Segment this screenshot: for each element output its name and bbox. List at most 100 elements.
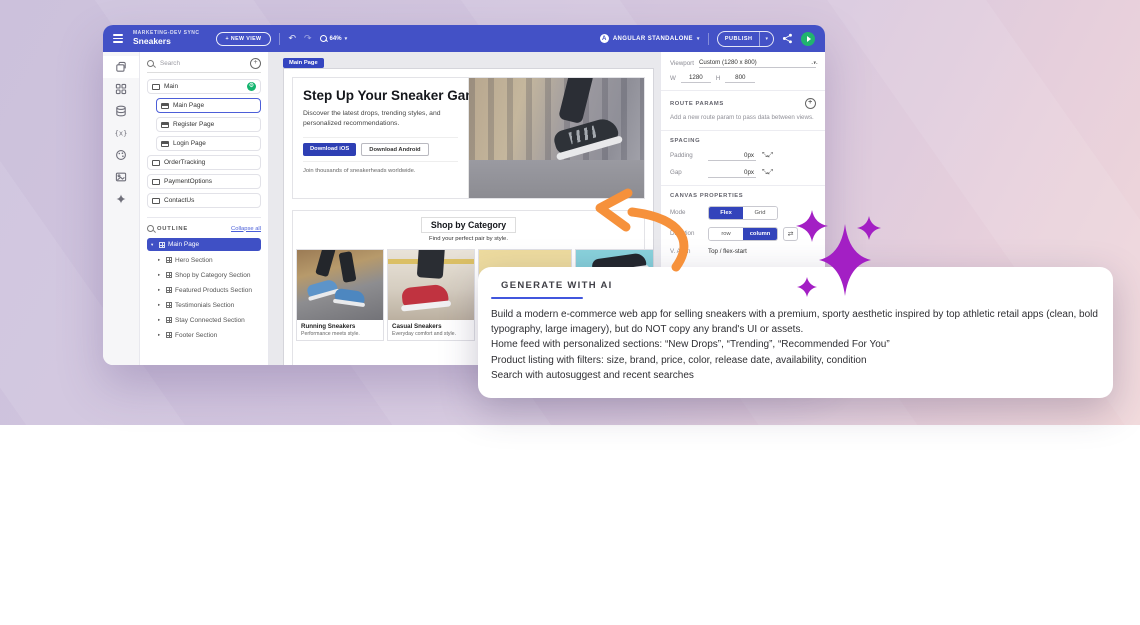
code-variables-icon[interactable]: {x} bbox=[103, 122, 139, 144]
project-info: MARKETING-DEV SYNC Sneakers bbox=[133, 31, 200, 45]
valign-value[interactable]: Top / flex-start bbox=[708, 248, 747, 255]
route-params-header: ROUTE PARAMS + bbox=[670, 98, 816, 109]
outline-label: Hero Section bbox=[175, 257, 213, 264]
width-input[interactable] bbox=[681, 74, 711, 83]
pages-icon[interactable] bbox=[103, 56, 139, 78]
canvas-properties-header: CANVAS PROPERTIES bbox=[670, 193, 816, 199]
download-android-button[interactable]: Download Android bbox=[361, 143, 428, 156]
page-item-order-tracking[interactable]: OrderTracking bbox=[147, 155, 261, 170]
data-icon[interactable] bbox=[103, 100, 139, 122]
card-tagline: Performance meets style. bbox=[301, 331, 379, 337]
outline-label: Main Page bbox=[168, 241, 199, 248]
direction-label: Direction bbox=[670, 230, 708, 237]
download-ios-button[interactable]: Download iOS bbox=[303, 143, 356, 156]
ai-prompt-line: Search with autosuggest and recent searc… bbox=[491, 368, 1099, 383]
redo-icon[interactable]: ↷ bbox=[304, 34, 312, 43]
preview-play-button[interactable] bbox=[801, 32, 815, 46]
new-view-button[interactable]: + NEW VIEW bbox=[216, 32, 272, 46]
route-params-title: ROUTE PARAMS bbox=[670, 101, 724, 107]
valign-label: V. Align bbox=[670, 248, 708, 255]
swap-direction-icon[interactable]: ⇄ bbox=[783, 227, 798, 241]
add-page-icon[interactable]: + bbox=[250, 58, 261, 69]
search-input[interactable] bbox=[158, 59, 246, 68]
hero-title: Step Up Your Sneaker Game bbox=[303, 88, 458, 103]
icon-rail: {x} bbox=[103, 52, 140, 365]
outline-search-icon bbox=[147, 225, 154, 232]
topbar-right: A ANGULAR STANDALONE ▾ PUBLISH ▾ bbox=[600, 31, 815, 47]
collapse-all-link[interactable]: Collapse all bbox=[231, 226, 261, 232]
page-item-main-page[interactable]: Main Page bbox=[156, 98, 261, 113]
page-item-login-page[interactable]: Login Page bbox=[156, 136, 261, 151]
ai-prompt-line: Home feed with personalized sections: “N… bbox=[491, 337, 1099, 352]
assets-icon[interactable] bbox=[103, 166, 139, 188]
blocks-icon[interactable] bbox=[103, 78, 139, 100]
zoom-control[interactable]: 64% ▾ bbox=[320, 35, 348, 42]
outline-item-shop-by-category[interactable]: ▸ Shop by Category Section bbox=[147, 269, 261, 281]
hero-subtitle: Discover the latest drops, trending styl… bbox=[303, 109, 458, 128]
window-icon bbox=[152, 179, 160, 185]
chevron-down-icon: ▾ bbox=[345, 36, 348, 42]
hero-section[interactable]: Step Up Your Sneaker Game Discover the l… bbox=[292, 77, 645, 199]
menu-icon[interactable] bbox=[113, 34, 123, 43]
share-icon[interactable] bbox=[782, 33, 793, 44]
gap-input[interactable] bbox=[708, 168, 756, 178]
decor-shape bbox=[401, 284, 449, 308]
gap-row: Gap ⤡⤢ bbox=[670, 168, 816, 178]
ai-card-title: GENERATE WITH AI bbox=[501, 280, 1113, 291]
framework-select[interactable]: A ANGULAR STANDALONE ▾ bbox=[600, 34, 700, 43]
outline-item-footer[interactable]: ▸ Footer Section bbox=[147, 329, 261, 341]
category-card-casual[interactable]: Casual Sneakers Everyday comfort and sty… bbox=[387, 249, 475, 341]
svg-text:{x}: {x} bbox=[115, 130, 127, 138]
outline-label: Stay Connected Section bbox=[175, 317, 245, 324]
height-label: H bbox=[716, 75, 720, 82]
page-item-contact-us[interactable]: ContactUs bbox=[147, 193, 261, 208]
ai-sparkle-icon[interactable] bbox=[103, 188, 139, 210]
direction-column-option[interactable]: column bbox=[743, 228, 777, 240]
outline-root-main-page[interactable]: ▾ Main Page bbox=[147, 238, 261, 251]
outline-item-stay-connected[interactable]: ▸ Stay Connected Section bbox=[147, 314, 261, 326]
ai-prompt-line: Build a modern e-commerce web app for se… bbox=[491, 307, 1099, 337]
outline-item-featured-products[interactable]: ▸ Featured Products Section bbox=[147, 284, 261, 296]
section-icon bbox=[166, 302, 172, 308]
mode-flex-option[interactable]: Flex bbox=[709, 207, 743, 219]
gear-icon[interactable]: ⚙ bbox=[247, 82, 256, 91]
page-item-label: PaymentOptions bbox=[164, 178, 212, 185]
divider bbox=[708, 33, 709, 45]
page-item-main[interactable]: Main ⚙ bbox=[147, 79, 261, 94]
mode-grid-option[interactable]: Grid bbox=[743, 207, 777, 219]
link-sides-icon[interactable]: ⤡⤢ bbox=[762, 152, 773, 159]
project-name: Sneakers bbox=[133, 37, 200, 46]
category-card-running[interactable]: Running Sneakers Performance meets style… bbox=[296, 249, 384, 341]
section-icon bbox=[166, 317, 172, 323]
padding-row: Padding ⤡⤢ bbox=[670, 151, 816, 161]
window-icon bbox=[152, 160, 160, 166]
link-sides-icon[interactable]: ⤡⤢ bbox=[762, 169, 773, 176]
canvas-page-tab[interactable]: Main Page bbox=[283, 58, 324, 68]
theme-icon[interactable] bbox=[103, 144, 139, 166]
mode-row: Mode Flex Grid bbox=[670, 206, 816, 220]
page-item-label: ContactUs bbox=[164, 197, 194, 204]
zoom-level: 64% bbox=[330, 36, 342, 42]
outline-label: Featured Products Section bbox=[175, 287, 252, 294]
category-subtitle: Find your perfect pair by style. bbox=[293, 236, 644, 242]
outline-item-testimonials[interactable]: ▸ Testimonials Section bbox=[147, 299, 261, 311]
publish-button[interactable]: PUBLISH ▾ bbox=[717, 31, 774, 47]
direction-row-option[interactable]: row bbox=[709, 228, 743, 240]
page-item-payment-options[interactable]: PaymentOptions bbox=[147, 174, 261, 189]
padding-input[interactable] bbox=[708, 151, 756, 161]
hero-text-block: Step Up Your Sneaker Game Discover the l… bbox=[293, 78, 469, 198]
decor-shape bbox=[315, 250, 336, 277]
outline-item-hero[interactable]: ▸ Hero Section bbox=[147, 254, 261, 266]
viewport-value: Custom (1280 x 800) bbox=[699, 59, 814, 66]
gap-label: Gap bbox=[670, 169, 708, 176]
height-input[interactable] bbox=[725, 74, 755, 83]
page-item-register-page[interactable]: Register Page bbox=[156, 117, 261, 132]
viewport-select[interactable]: Custom (1280 x 800) ▾ bbox=[699, 59, 816, 68]
chevron-right-icon: ▸ bbox=[158, 332, 163, 338]
canvas-properties-title: CANVAS PROPERTIES bbox=[670, 193, 743, 199]
section-icon bbox=[166, 272, 172, 278]
undo-icon[interactable]: ↶ bbox=[288, 34, 296, 43]
decor-shape bbox=[306, 278, 338, 298]
outline-label: Shop by Category Section bbox=[175, 272, 251, 279]
add-route-param-icon[interactable]: + bbox=[805, 98, 816, 109]
